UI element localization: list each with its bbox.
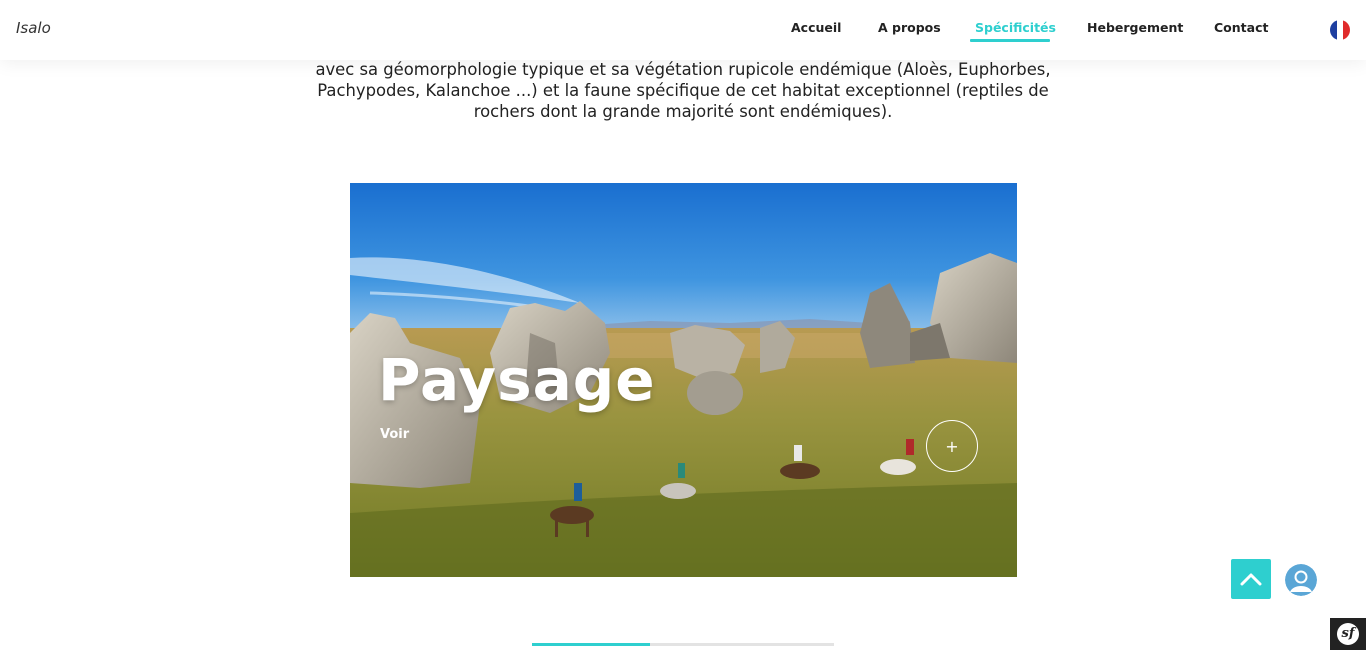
chevron-up-icon: [1240, 573, 1262, 586]
france-flag-icon[interactable]: [1330, 20, 1350, 40]
intro-line: Pachypodes, Kalanchoe ...) et la faune s…: [317, 81, 1049, 100]
slide-voir-link[interactable]: Voir: [380, 427, 409, 442]
scroll-to-top-button[interactable]: [1231, 559, 1271, 599]
slide-title: Paysage: [378, 346, 656, 414]
nav-link-hebergement[interactable]: Hebergement: [1087, 20, 1183, 35]
site-brand[interactable]: Isalo: [16, 19, 51, 37]
navbar: Isalo Accueil A propos Spécificités Hebe…: [0, 0, 1366, 60]
nav-link-specificites[interactable]: Spécificités: [975, 20, 1056, 35]
intro-line: avec sa géomorphologie typique et sa vég…: [315, 60, 1051, 79]
slider-progress-fill: [532, 643, 650, 646]
slide-expand-button[interactable]: +: [926, 420, 978, 472]
symfony-icon: sf: [1337, 623, 1359, 645]
nav-link-a-propos[interactable]: A propos: [878, 20, 941, 35]
nav-link-contact[interactable]: Contact: [1214, 20, 1268, 35]
user-avatar-icon[interactable]: [1285, 564, 1317, 596]
nav-active-indicator: [970, 39, 1050, 42]
slider-progress-track: [532, 643, 834, 646]
intro-paragraph: avec sa géomorphologie typique et sa vég…: [290, 59, 1076, 122]
nav-link-accueil[interactable]: Accueil: [791, 20, 841, 35]
intro-line: rochers dont la grande majorité sont end…: [473, 102, 893, 121]
landscape-slide[interactable]: Paysage Voir +: [350, 183, 1017, 577]
plus-icon: +: [945, 437, 959, 456]
symfony-debug-badge[interactable]: sf: [1330, 618, 1366, 650]
